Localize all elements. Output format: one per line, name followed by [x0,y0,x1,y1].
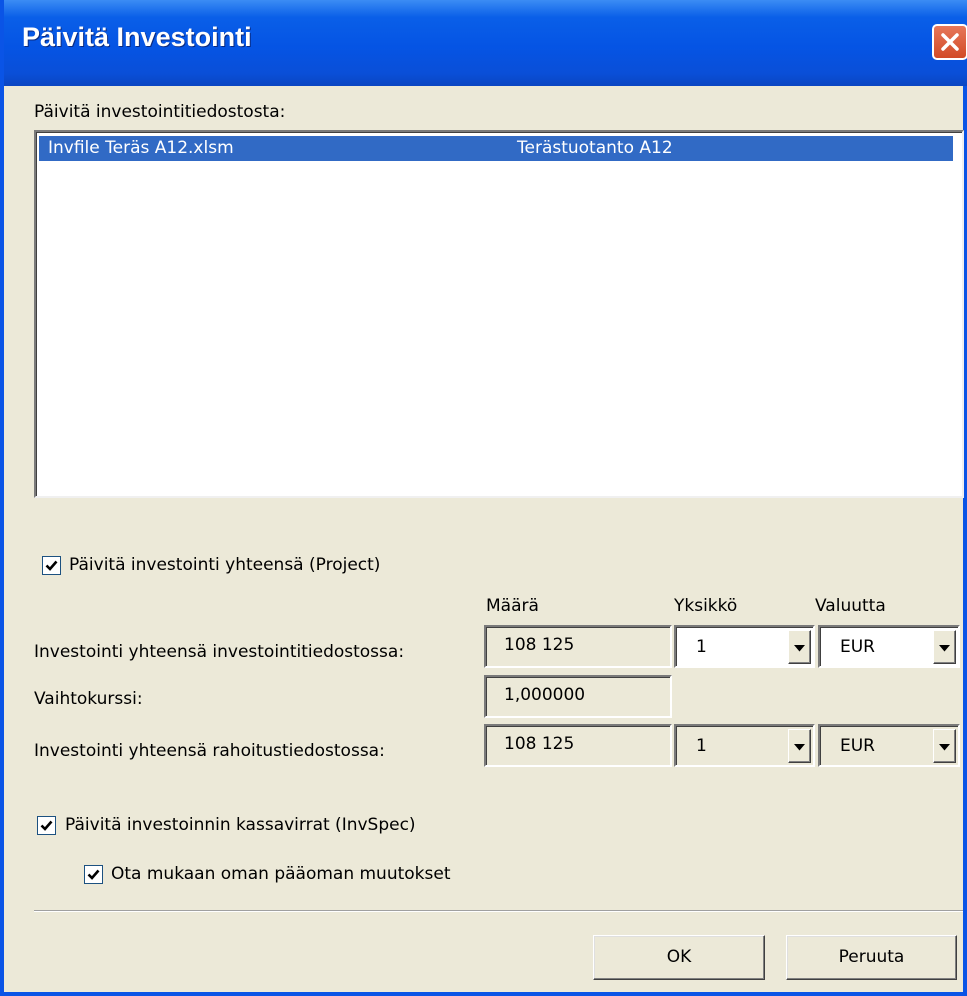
financing-file-unit-value: 1 [696,736,707,756]
list-item-file: Invfile Teräs A12.xlsm [48,138,234,158]
investment-file-unit-value: 1 [696,637,707,657]
equity-changes-checkbox[interactable] [84,865,103,884]
investment-file-currency-select[interactable]: EUR [818,625,960,668]
currency-dropdown-button[interactable] [933,729,956,763]
chevron-down-icon [794,736,805,756]
chevron-down-icon [939,637,950,657]
exchange-rate-label: Vaihtokurssi: [34,689,143,709]
close-button[interactable] [932,24,967,60]
financing-file-currency-select[interactable]: EUR [818,724,960,767]
investment-file-unit-select[interactable]: 1 [674,625,815,668]
cashflows-update-label: Päivitä investoinnin kassavirrat (InvSpe… [65,815,416,835]
button-separator [34,910,963,912]
cancel-button[interactable]: Peruuta [786,935,957,980]
equity-changes-label: Ota mukaan oman pääoman muutokset [111,864,451,884]
cashflows-update-checkbox[interactable] [37,816,56,835]
close-icon [939,31,961,53]
source-file-list[interactable]: Invfile Teräs A12.xlsm Terästuotanto A12 [34,130,964,498]
currency-dropdown-button[interactable] [933,630,956,664]
investment-file-currency-value: EUR [840,637,875,657]
unit-dropdown-button[interactable] [788,729,811,763]
column-header-unit: Yksikkö [674,596,738,616]
dialog-content: Päivitä investointitiedostosta: Invfile … [4,86,964,992]
window-title: Päivitä Investointi [22,22,252,52]
unit-dropdown-button[interactable] [788,630,811,664]
financing-file-unit-select[interactable]: 1 [674,724,815,767]
source-label: Päivitä investointitiedostosta: [34,102,286,122]
list-item[interactable]: Invfile Teräs A12.xlsm Terästuotanto A12 [39,136,953,161]
financing-file-total-label: Investointi yhteensä rahoitustiedostossa… [34,741,385,761]
chevron-down-icon [794,637,805,657]
investment-file-total-label: Investointi yhteensä investointitiedosto… [34,642,405,662]
financing-file-amount: 108 125 [484,724,672,767]
chevron-down-icon [939,736,950,756]
column-header-currency: Valuutta [815,596,886,616]
column-header-amount: Määrä [486,596,539,616]
financing-file-currency-value: EUR [840,736,875,756]
ok-button[interactable]: OK [593,935,765,980]
investment-file-amount: 108 125 [484,625,672,668]
dialog-window: Päivitä Investointi Päivitä investointit… [0,0,967,996]
list-item-project: Terästuotanto A12 [517,138,673,158]
project-update-checkbox[interactable] [42,556,61,575]
exchange-rate-value: 1,000000 [484,675,672,718]
project-update-label: Päivitä investointi yhteensä (Project) [69,555,381,575]
title-bar[interactable]: Päivitä Investointi [4,0,967,86]
